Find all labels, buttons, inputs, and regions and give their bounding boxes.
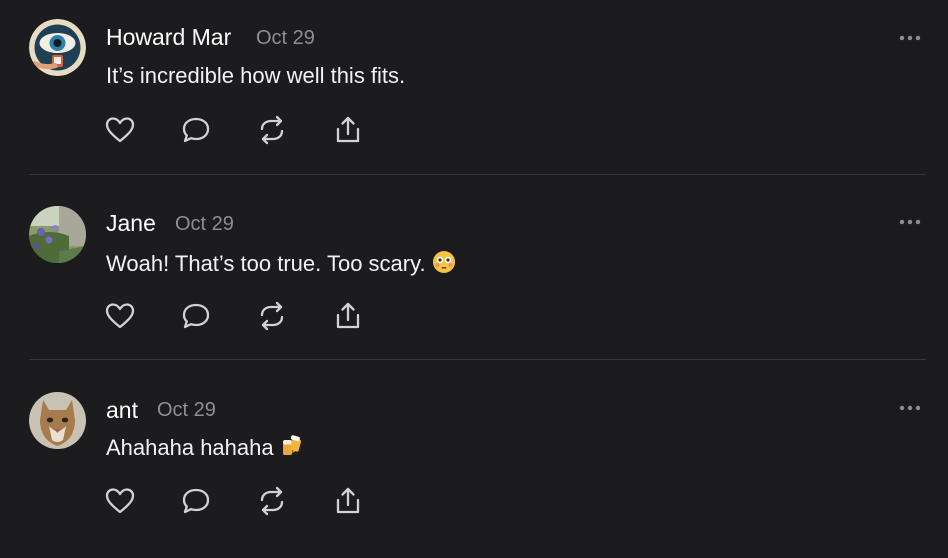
post-text-content: It’s incredible how well this fits. xyxy=(106,63,406,88)
heart-icon[interactable] xyxy=(104,485,136,517)
comment-icon[interactable] xyxy=(180,114,212,146)
share-icon[interactable] xyxy=(332,114,364,146)
post-actions xyxy=(104,114,374,146)
post-text: Woah! That’s too true. Too scary. xyxy=(106,250,456,280)
post-text-content: Ahahaha hahaha xyxy=(106,435,274,460)
post-actions xyxy=(104,485,374,517)
comment-icon[interactable] xyxy=(180,485,212,517)
author-name[interactable]: ant xyxy=(106,397,138,424)
flushed-face-emoji xyxy=(432,250,456,280)
post-text: Ahahaha hahaha xyxy=(106,434,304,464)
repost-icon[interactable] xyxy=(256,114,288,146)
post-divider xyxy=(29,359,926,360)
avatar[interactable] xyxy=(29,19,86,76)
more-options-icon[interactable] xyxy=(896,215,924,229)
repost-icon[interactable] xyxy=(256,485,288,517)
post-text-content: Woah! That’s too true. Too scary. xyxy=(106,251,426,276)
share-icon[interactable] xyxy=(332,485,364,517)
author-name[interactable]: Howard Mar xyxy=(106,24,231,51)
post: Howard Mar Oct 29 It’s incredible how we… xyxy=(0,0,948,186)
more-options-icon[interactable] xyxy=(896,31,924,45)
heart-icon[interactable] xyxy=(104,114,136,146)
comment-icon[interactable] xyxy=(180,300,212,332)
post: Jane Oct 29 Woah! That’s too true. Too s… xyxy=(0,186,948,372)
post-actions xyxy=(104,300,374,332)
heart-icon[interactable] xyxy=(104,300,136,332)
author-name[interactable]: Jane xyxy=(106,210,156,237)
post-date[interactable]: Oct 29 xyxy=(157,399,216,422)
repost-icon[interactable] xyxy=(256,300,288,332)
post: ant Oct 29 Ahahaha hahaha xyxy=(0,372,948,558)
avatar[interactable] xyxy=(29,206,86,263)
avatar[interactable] xyxy=(29,392,86,449)
post-date[interactable]: Oct 29 xyxy=(175,213,234,236)
more-options-icon[interactable] xyxy=(896,401,924,415)
post-divider xyxy=(29,174,926,175)
post-date[interactable]: Oct 29 xyxy=(256,27,315,50)
post-text: It’s incredible how well this fits. xyxy=(106,63,405,89)
share-icon[interactable] xyxy=(332,300,364,332)
beer-mugs-emoji xyxy=(280,434,304,464)
